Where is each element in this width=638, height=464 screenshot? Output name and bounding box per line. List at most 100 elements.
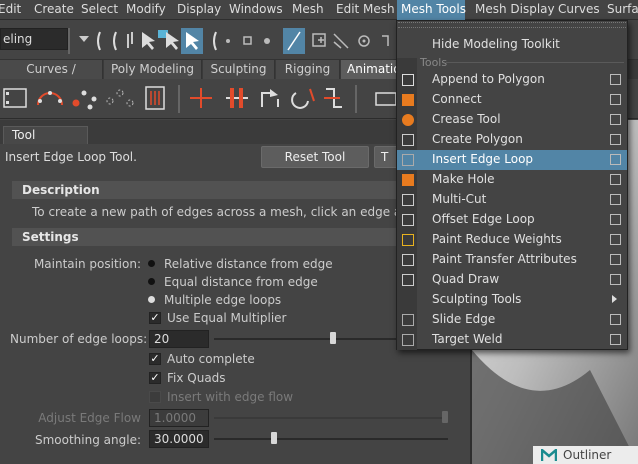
option-box-icon[interactable] [610,334,621,345]
menu-mesh[interactable]: Mesh [288,0,328,20]
menu-item-append-to-polygon[interactable]: Append to Polygon [397,70,627,90]
menu-item-offset-edge-loop[interactable]: Offset Edge Loop [397,210,627,230]
menu-windows[interactable]: Windows [225,0,287,20]
snap-curve-icon[interactable] [333,33,349,49]
tools-section-label: Tools [420,56,448,69]
snap-view-icon[interactable] [382,35,389,46]
menu-curves[interactable]: Curves [554,0,604,20]
separator-handle-icon[interactable] [113,31,117,51]
option-box-icon[interactable] [610,94,621,105]
key-bar-icon [230,88,234,108]
radio-multiple-edge-loops[interactable] [148,296,155,303]
option-box-icon[interactable] [610,74,621,85]
menu-item-sculpting-tools[interactable]: Sculpting Tools [397,290,627,310]
menu-display[interactable]: Display [173,0,225,20]
settings-section-header[interactable]: Settings [12,228,398,246]
face-mask-icon[interactable] [243,36,252,45]
num-edge-loops-field[interactable]: 20 [149,330,209,348]
auto-complete-checkbox[interactable]: ✓ [149,353,161,365]
insert-with-edge-flow-label: Insert with edge flow [167,390,294,404]
arrow-icon [270,89,278,97]
option-box-icon[interactable] [610,134,621,145]
description-section-header[interactable]: Description [12,181,398,199]
menu-item-label: Target Weld [432,332,503,346]
option-box-icon[interactable] [610,114,621,125]
num-edge-loops-slider-thumb[interactable] [329,332,336,344]
reset-tool-button[interactable]: Reset Tool [261,146,369,168]
menu-surfaces[interactable]: Surfaces [603,0,638,20]
menu-item-create-polygon[interactable]: Create Polygon [397,130,627,150]
adjust-edge-flow-field[interactable]: 1.0000 [149,409,209,427]
option-box-icon[interactable] [610,314,621,325]
menu-item-crease-tool[interactable]: Crease Tool [397,110,627,130]
smoothing-angle-field[interactable]: 30.0000 [149,430,209,448]
menu-mesh-tools[interactable]: Mesh Tools [397,0,466,20]
shelf-tab-rigging[interactable]: Rigging [276,60,340,79]
select-by-hierarchy-icon[interactable] [142,32,155,50]
adjust-edge-flow-slider-thumb[interactable] [442,411,448,423]
vertex-mask-icon[interactable] [226,39,230,43]
set-key-icon[interactable] [190,88,212,108]
num-edge-loops-label: Number of edge loops: [10,332,148,346]
tool-help-button[interactable]: T [374,146,398,168]
camera-sequencer-icon[interactable] [375,92,397,106]
select-object-icon[interactable] [166,32,179,50]
menu-create[interactable]: Create [30,0,78,20]
uv-mask-icon[interactable] [264,38,270,44]
tool-name: Insert Edge Loop Tool. [5,150,137,164]
menu-item-label: Append to Polygon [432,72,545,86]
menu-item-slide-edge[interactable]: Slide Edge [397,310,627,330]
smoothing-angle-slider-track[interactable] [214,438,448,440]
menu-item-paint-reduce-weights[interactable]: Paint Reduce Weights [397,230,627,250]
option-box-icon[interactable] [610,234,621,245]
option-box-icon[interactable] [610,214,621,225]
menu-edit[interactable]: Edit [0,0,25,20]
num-edge-loops-slider-track[interactable] [214,338,398,340]
outliner-panel[interactable]: Outliner [533,446,638,464]
radio-relative-distance[interactable] [148,260,155,267]
ghost-select-icon[interactable] [72,99,80,107]
radio-equal-distance[interactable] [148,278,155,285]
shelf-tab-poly-modeling[interactable]: Poly Modeling [104,60,202,79]
menu-item-paint-transfer-attributes[interactable]: Paint Transfer Attributes [397,250,627,270]
option-box-icon[interactable] [610,174,621,185]
layout-icon[interactable] [127,32,133,48]
tool-settings-tab[interactable]: Tool Settings [3,126,88,158]
menu-edit-mesh[interactable]: Edit Mesh [332,0,399,20]
option-box-icon[interactable] [610,194,621,205]
shelf-tab-animation[interactable]: Animatio [341,60,401,79]
unghost-icon[interactable] [106,97,114,105]
hide-modeling-toolkit-item[interactable]: Hide Modeling Toolkit [397,35,627,55]
option-box-icon[interactable] [610,154,621,165]
shelf-tab-curves-surfaces[interactable]: Curves / Surfaces [0,60,103,95]
adjust-edge-flow-slider-track[interactable] [214,417,448,419]
menu-select[interactable]: Select [77,0,122,20]
menu-item-connect[interactable]: Connect [397,90,627,110]
mode-selector[interactable]: eling [0,28,89,50]
fix-quads-checkbox[interactable]: ✓ [149,372,161,384]
menu-item-make-hole[interactable]: Make Hole [397,170,627,190]
option-box-icon[interactable] [610,254,621,265]
target-weld-icon [402,334,414,346]
connect-icon [402,94,414,106]
separator-handle-icon[interactable] [97,31,101,51]
use-equal-multiplier-checkbox[interactable]: ✓ [149,312,161,324]
key-bar-icon [239,88,243,108]
shelf-icons [3,85,397,113]
playblast-icon[interactable] [3,88,27,108]
menu-item-target-weld[interactable]: Target Weld [397,330,627,350]
section-divider [446,62,624,63]
option-box-icon[interactable] [610,274,621,285]
menu-item-quad-draw[interactable]: Quad Draw [397,270,627,290]
tear-off-handle[interactable] [398,22,626,28]
menu-mesh-display[interactable]: Mesh Display [471,0,559,20]
menu-item-multi-cut[interactable]: Multi-Cut [397,190,627,210]
shelf-tab-sculpting[interactable]: Sculpting [203,60,275,79]
menu-item-insert-edge-loop[interactable]: Insert Edge Loop [397,150,627,170]
bars-icon [150,91,160,105]
insert-with-edge-flow-checkbox[interactable] [149,391,161,403]
set-rotate-key-icon[interactable] [291,92,309,109]
menu-modify[interactable]: Modify [122,0,170,20]
separator-handle-icon[interactable] [213,31,217,51]
smoothing-angle-slider-thumb[interactable] [271,432,277,444]
